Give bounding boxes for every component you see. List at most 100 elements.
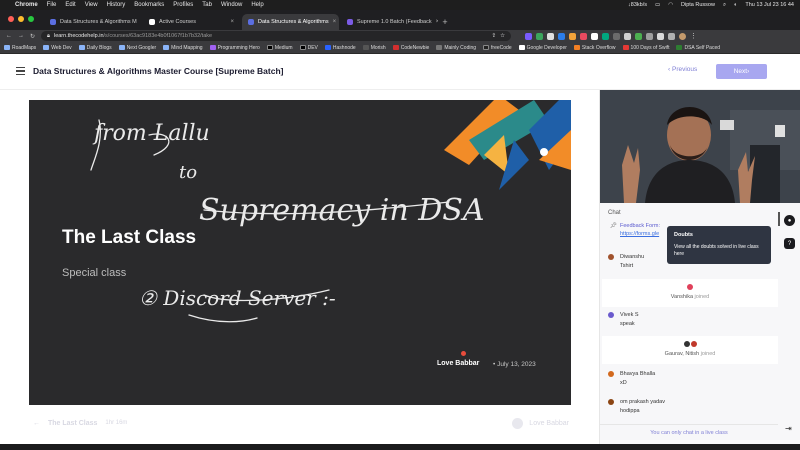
user-name[interactable]: Dipta Russow — [681, 2, 715, 8]
clock[interactable]: Thu 13 Jul 23 16 44 — [745, 2, 794, 8]
doubts-tooltip: Doubts View all the doubts solved in liv… — [667, 226, 771, 264]
message-text: hodippa — [620, 408, 640, 414]
extension-icon[interactable] — [525, 32, 533, 40]
browser-tab[interactable]: Supreme 1.0 Batch (Feedback × — [341, 14, 438, 30]
user-avatar-icon — [512, 417, 524, 429]
reload-icon[interactable]: ↻ — [30, 33, 35, 40]
chat-panel: Chat 📌︎ Feedback Form: https://forms.gle… — [599, 90, 800, 444]
menu-help[interactable]: Help — [251, 2, 263, 8]
previous-button[interactable]: ‹ Previous — [668, 66, 697, 73]
extension-icon[interactable] — [624, 32, 632, 40]
bookmark-item[interactable]: freeCode — [483, 45, 512, 51]
extension-icon[interactable] — [635, 32, 643, 40]
address-bar[interactable]: 🔒︎ learn.thecodehelp.in/s/courses/63ac91… — [41, 31, 512, 41]
forward-icon[interactable]: → — [18, 33, 24, 39]
chat-scrollbar[interactable] — [778, 212, 780, 226]
extension-icon[interactable] — [580, 32, 588, 40]
bookmark-item[interactable]: Hashnode — [324, 45, 356, 51]
extension-icon[interactable] — [569, 32, 577, 40]
profile-avatar[interactable] — [679, 32, 687, 40]
close-window-button[interactable] — [8, 16, 14, 22]
browser-tab[interactable]: Active Courses × — [143, 14, 240, 30]
menu-dots-icon[interactable]: ⋮ — [690, 33, 697, 40]
menu-bookmarks[interactable]: Bookmarks — [134, 2, 164, 8]
bookmark-item[interactable]: Morish — [362, 45, 386, 51]
browser-tab[interactable]: Data Structures & Algorithms M × — [44, 14, 141, 30]
extension-icon[interactable] — [558, 32, 566, 40]
bookmark-item[interactable]: Next Googler — [118, 45, 156, 51]
bookmark-item[interactable]: Web Dev — [43, 45, 72, 51]
video-player[interactable]: from Lallu to Supremacy in DSA ② Discord… — [29, 100, 571, 405]
message-text: xD — [620, 380, 627, 386]
bookmark-item[interactable]: 100 Days of Swift — [622, 45, 669, 51]
bookmark-item[interactable]: Mainly Coding — [436, 45, 476, 51]
menubar-status: ↓83kb/s ▭ ◠ Dipta Russow ⌕ ◐ Thu 13 Jul … — [628, 0, 794, 10]
bookmark-favicon-icon — [518, 45, 525, 50]
extension-icon[interactable] — [602, 32, 610, 40]
folder-icon — [163, 45, 170, 50]
avatar — [687, 284, 693, 290]
chat-bubble-icon[interactable]: ● — [784, 215, 795, 226]
extension-icon[interactable] — [547, 32, 555, 40]
handwriting-line-4: ② Discord Server :- — [139, 286, 336, 310]
extensions: ⋮ — [525, 32, 697, 40]
menu-window[interactable]: Window — [221, 2, 242, 8]
lock-icon[interactable]: 🔒︎ — [47, 33, 50, 40]
tab-favicon-icon — [50, 19, 56, 25]
tooltip-text: View all the doubts solved in live class… — [674, 243, 759, 257]
extension-icon[interactable] — [536, 32, 544, 40]
lesson-duration: 1hr 16m — [105, 420, 128, 426]
hamburger-menu-icon[interactable] — [16, 67, 25, 75]
close-tab-icon[interactable]: × — [333, 19, 337, 25]
share-icon[interactable]: ⇪ — [491, 33, 496, 39]
wifi-icon[interactable]: ◠ — [668, 2, 673, 8]
menu-profiles[interactable]: Profiles — [173, 2, 193, 8]
control-center-icon[interactable]: ◐ — [734, 2, 737, 8]
bookmark-star-icon[interactable]: ☆ — [500, 33, 505, 39]
menu-view[interactable]: View — [85, 2, 98, 8]
exit-icon[interactable]: ⇥ — [785, 424, 792, 433]
bookmark-item[interactable]: Mind Mapping — [163, 45, 203, 51]
sidebar-icon[interactable] — [668, 32, 676, 40]
bookmark-item[interactable]: DEV — [299, 45, 318, 51]
menu-app[interactable]: Chrome — [15, 2, 38, 8]
extension-icon[interactable] — [646, 32, 654, 40]
bookmark-item[interactable]: CodeNewbie — [392, 45, 429, 51]
back-icon[interactable]: ← — [6, 33, 12, 39]
doubts-icon[interactable]: ? — [784, 238, 795, 249]
folder-icon — [4, 45, 10, 50]
bookmark-item[interactable]: Stack Overflow — [573, 45, 616, 51]
tab-favicon-icon — [347, 19, 353, 25]
author-badge-icon — [461, 351, 466, 356]
bookmark-item[interactable]: Programming Hero — [209, 45, 260, 51]
bookmark-item[interactable]: Daily Blogs — [78, 45, 112, 51]
extension-icon[interactable] — [613, 32, 621, 40]
zoom-window-button[interactable] — [28, 16, 34, 22]
bookmark-favicon-icon — [622, 45, 629, 50]
menu-history[interactable]: History — [107, 2, 126, 8]
bookmark-favicon-icon — [483, 45, 490, 50]
chat-message: Vivek S speak — [600, 312, 778, 327]
battery-icon[interactable]: ▭ — [655, 2, 660, 8]
arrow-left-icon[interactable]: ← — [33, 420, 40, 427]
new-tab-button[interactable]: + — [438, 14, 452, 30]
close-tab-icon[interactable]: × — [230, 19, 234, 25]
message-text: speak — [620, 321, 635, 327]
menu-edit[interactable]: Edit — [65, 2, 75, 8]
bookmark-item[interactable]: RoadMaps — [4, 45, 36, 51]
video-date: • July 13, 2023 — [493, 361, 536, 368]
minimize-window-button[interactable] — [18, 16, 24, 22]
bookmark-favicon-icon — [436, 45, 443, 50]
bookmark-favicon-icon — [362, 45, 369, 50]
video-subtitle: Special class — [62, 267, 127, 279]
bookmark-item[interactable]: Medium — [266, 45, 293, 51]
search-icon[interactable]: ⌕ — [723, 2, 726, 9]
bookmark-item[interactable]: DSA Self Paced — [676, 45, 720, 51]
bookmark-item[interactable]: Google Developer — [518, 45, 567, 51]
puzzle-icon[interactable] — [657, 32, 665, 40]
next-button[interactable]: Next › — [716, 64, 767, 79]
menu-file[interactable]: File — [47, 2, 57, 8]
menu-tab[interactable]: Tab — [202, 2, 212, 8]
browser-tab-active[interactable]: Data Structures & Algorithms × — [242, 14, 339, 30]
extension-icon[interactable] — [591, 32, 599, 40]
